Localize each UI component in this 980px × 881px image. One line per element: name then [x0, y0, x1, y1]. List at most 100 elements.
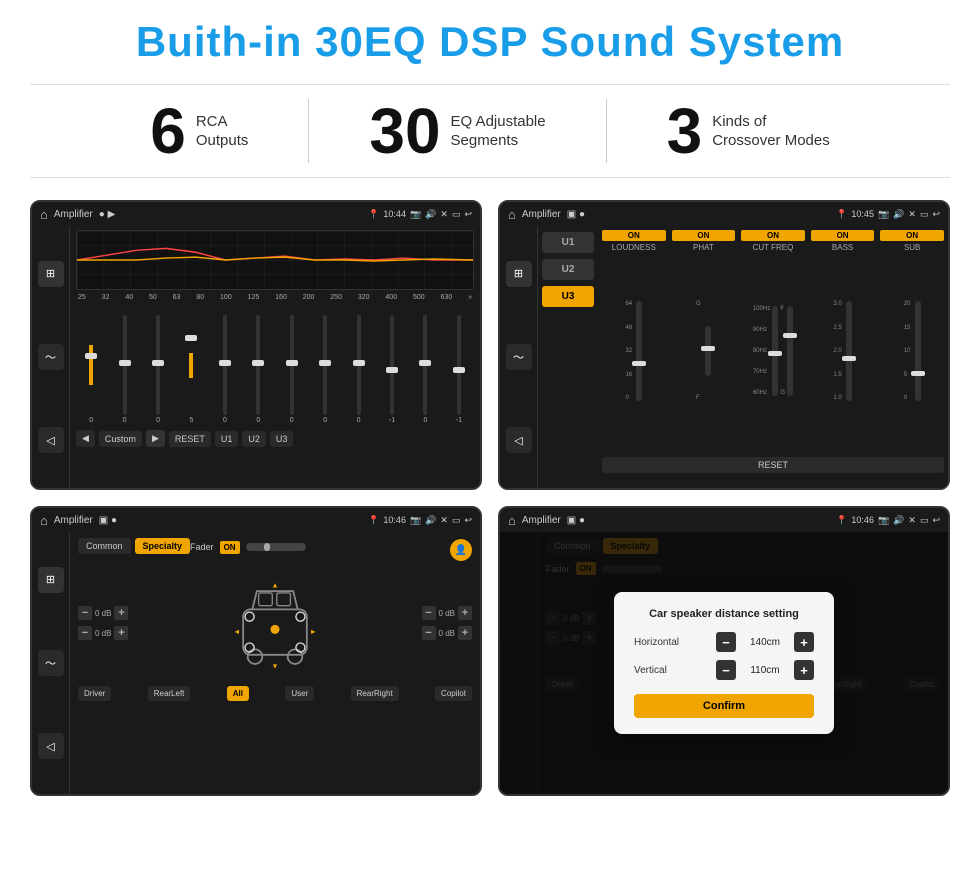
fader-screen: ⌂ Amplifier ▣ ● 📍 10:46 📷 🔊 ✕ ▭ ↩ ⊞ 〜 [30, 506, 482, 796]
horizontal-minus-btn[interactable]: − [716, 632, 736, 652]
eq-pin-icon: 📍 [368, 209, 379, 220]
right-top-minus[interactable]: − [422, 606, 436, 620]
fader-topbar: ⌂ Amplifier ▣ ● 📍 10:46 📷 🔊 ✕ ▭ ↩ [32, 508, 480, 532]
xo-u1-btn[interactable]: U1 [542, 232, 594, 253]
eq-prev-btn[interactable]: ◀ [76, 430, 95, 447]
eq-play-btn[interactable]: ▶ [146, 430, 165, 447]
phat-slider[interactable] [705, 326, 711, 376]
vertical-minus-btn[interactable]: − [716, 660, 736, 680]
stat-eq-number: 30 [369, 99, 440, 163]
fader-copilot-btn[interactable]: Copilot [435, 686, 472, 701]
eq-back-icon[interactable]: ↩ [464, 209, 472, 220]
car-svg: ▲ ▼ ◄ ► [225, 573, 325, 673]
car-diagram: ▲ ▼ ◄ ► [134, 568, 415, 678]
distance-dialog: Car speaker distance setting Horizontal … [614, 592, 834, 734]
phat-on-badge: ON [672, 230, 736, 241]
eq-time: 10:44 [383, 209, 406, 219]
eq-slider-5[interactable]: 0 [210, 315, 240, 424]
fader-home-icon[interactable]: ⌂ [40, 513, 48, 528]
dlg-home-icon[interactable]: ⌂ [508, 513, 516, 528]
fader-slider[interactable] [246, 543, 306, 551]
sub-slider[interactable] [915, 301, 921, 401]
left-bot-plus[interactable]: + [114, 626, 128, 640]
vertical-stepper[interactable]: − 110cm + [716, 660, 814, 680]
fader-main-area: Common Specialty Fader ON 👤 [70, 532, 480, 794]
left-top-plus[interactable]: + [114, 606, 128, 620]
xo-reset-btn[interactable]: RESET [602, 457, 944, 473]
horizontal-stepper[interactable]: − 140cm + [716, 632, 814, 652]
fader-user-btn[interactable]: User [285, 686, 314, 701]
eq-custom-btn[interactable]: Custom [99, 431, 142, 447]
xo-time: 10:45 [851, 209, 874, 219]
fader-tab-specialty[interactable]: Specialty [135, 538, 191, 554]
xo-u2-btn[interactable]: U2 [542, 259, 594, 280]
stat-crossover-number: 3 [667, 99, 703, 163]
eq-slider-12[interactable]: -1 [444, 315, 474, 424]
eq-slider-10[interactable]: -1 [377, 315, 407, 424]
fader-tab-common[interactable]: Common [78, 538, 131, 554]
fader-all-btn[interactable]: All [227, 686, 249, 701]
left-bot-minus[interactable]: − [78, 626, 92, 640]
eq-slider-2[interactable]: 0 [109, 315, 139, 424]
stat-crossover-desc: Kinds of Crossover Modes [712, 112, 830, 151]
cutfreq-slider-f[interactable] [772, 306, 778, 396]
eq-play-icons: ● ▶ [99, 209, 116, 220]
xo-u3-btn[interactable]: U3 [542, 286, 594, 307]
eq-slider-9[interactable]: 0 [343, 315, 373, 424]
eq-slider-6[interactable]: 0 [243, 315, 273, 424]
eq-u3-btn[interactable]: U3 [270, 431, 294, 447]
eq-sidebar-speaker-icon[interactable]: ◁ [38, 427, 64, 453]
eq-sidebar-wave-icon[interactable]: 〜 [38, 344, 64, 370]
horizontal-label: Horizontal [634, 637, 704, 648]
xo-sidebar-wave-icon[interactable]: 〜 [506, 344, 532, 370]
dialog-title: Car speaker distance setting [634, 608, 814, 620]
home-icon[interactable]: ⌂ [40, 207, 48, 222]
eq-slider-1[interactable]: 0 [76, 315, 106, 424]
eq-reset-btn[interactable]: RESET [169, 431, 211, 447]
right-top-plus[interactable]: + [458, 606, 472, 620]
right-top-vol: 0 dB [439, 609, 455, 618]
right-bot-minus[interactable]: − [422, 626, 436, 640]
user-avatar[interactable]: 👤 [450, 539, 472, 561]
xo-back-icon[interactable]: ↩ [932, 209, 940, 220]
fader-sidebar-eq-icon[interactable]: ⊞ [38, 567, 64, 593]
eq-u2-btn[interactable]: U2 [242, 431, 266, 447]
left-bot-vol: 0 dB [95, 629, 111, 638]
svg-text:▲: ▲ [271, 581, 278, 590]
fader-back-icon[interactable]: ↩ [464, 515, 472, 526]
eq-slider-8[interactable]: 0 [310, 315, 340, 424]
fader-sidebar-speaker-icon[interactable]: ◁ [38, 733, 64, 759]
eq-slider-3[interactable]: 0 [143, 315, 173, 424]
xo-sidebar-eq-icon[interactable]: ⊞ [506, 261, 532, 287]
vertical-label: Vertical [634, 665, 704, 676]
eq-slider-4[interactable]: 5 [176, 315, 206, 424]
dlg-topbar: ⌂ Amplifier ▣ ● 📍 10:46 📷 🔊 ✕ ▭ ↩ [500, 508, 948, 532]
screenshots-grid: ⌂ Amplifier ● ▶ 📍 10:44 📷 🔊 ✕ ▭ ↩ ⊞ 〜 [30, 200, 950, 796]
xo-ch-loudness: ON LOUDNESS 644832160 [602, 230, 666, 450]
xo-sidebar-speaker-icon[interactable]: ◁ [506, 427, 532, 453]
confirm-button[interactable]: Confirm [634, 694, 814, 718]
fader-rearleft-btn[interactable]: RearLeft [148, 686, 191, 701]
horizontal-plus-btn[interactable]: + [794, 632, 814, 652]
eq-slider-11[interactable]: 0 [410, 315, 440, 424]
dlg-back-icon[interactable]: ↩ [932, 515, 940, 526]
fader-on-toggle[interactable]: ON [220, 541, 240, 554]
fader-driver-btn[interactable]: Driver [78, 686, 111, 701]
eq-slider-7[interactable]: 0 [277, 315, 307, 424]
xo-main-area: ON LOUDNESS 644832160 [598, 226, 948, 488]
right-bot-plus[interactable]: + [458, 626, 472, 640]
xo-app-name: Amplifier [522, 209, 561, 220]
fader-rearright-btn[interactable]: RearRight [351, 686, 399, 701]
cutfreq-slider-g[interactable] [787, 306, 793, 396]
fader-sidebar-wave-icon[interactable]: 〜 [38, 650, 64, 676]
vertical-plus-btn[interactable]: + [794, 660, 814, 680]
loudness-slider[interactable] [636, 301, 642, 401]
eq-sidebar-eq-icon[interactable]: ⊞ [38, 261, 64, 287]
left-top-minus[interactable]: − [78, 606, 92, 620]
xo-home-icon[interactable]: ⌂ [508, 207, 516, 222]
crossover-screen: ⌂ Amplifier ▣ ● 📍 10:45 📷 🔊 ✕ ▭ ↩ ⊞ 〜 [498, 200, 950, 490]
bass-slider[interactable] [846, 301, 852, 401]
stat-rca: 6 RCA Outputs [90, 99, 308, 163]
xo-ch-cutfreq: ON CUT FREQ 100Hz90Hz80Hz70Hz60Hz FG [741, 230, 805, 450]
eq-u1-btn[interactable]: U1 [215, 431, 239, 447]
